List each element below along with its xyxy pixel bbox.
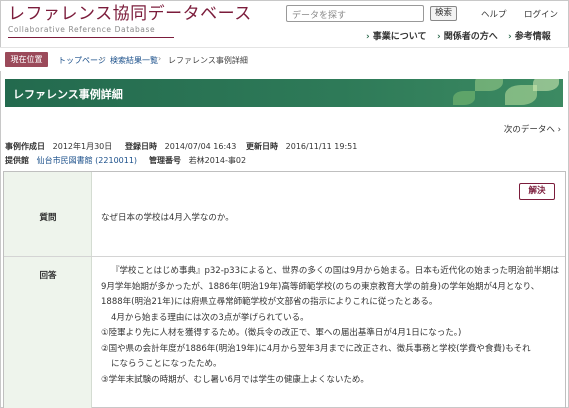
question-text: なぜ日本の学校は4月入学なのか。: [101, 213, 234, 223]
page-banner: レファレンス事例詳細: [5, 79, 563, 107]
label-column: [4, 172, 92, 408]
logo-subtitle: Collaborative Reference Database: [8, 25, 156, 34]
chevron-right-icon: ›: [366, 32, 370, 42]
question-label: 質問: [39, 213, 57, 223]
next-record-link[interactable]: 次のデータへ ›: [504, 123, 561, 135]
provider-link[interactable]: 仙台市民図書館 (2210011): [37, 156, 137, 165]
breadcrumb-results[interactable]: 検索結果一覧: [110, 55, 158, 66]
updated-value: 2016/11/11 19:51: [285, 142, 358, 151]
answer-text: 『学校ことはじめ事典』p32-p33によると、世界の多くの国は9月から始まる。日…: [101, 264, 559, 388]
created-label: 事例作成日: [5, 142, 45, 151]
chevron-right-icon: ›: [508, 32, 512, 42]
control-label: 管理番号: [149, 156, 181, 165]
current-location-badge: 現在位置: [5, 52, 48, 67]
breadcrumb-separator: ›: [100, 54, 104, 63]
breadcrumb-current: レファレンス事例詳細: [168, 56, 248, 65]
answer-line: ①陸軍より先に人材を獲得するため。(徴兵令の改正で、軍への届出基準日が4月1日に…: [101, 328, 462, 338]
provider: 提供館 仙台市民図書館 (2210011): [5, 155, 137, 166]
updated-label: 更新日時: [246, 142, 278, 151]
registered-label: 登録日時: [125, 142, 157, 151]
provider-label: 提供館: [5, 156, 29, 165]
logo-title: レファレンス協同データベース: [8, 4, 252, 24]
control-number: 管理番号 若林2014-事02: [149, 155, 246, 166]
created-value: 2012年1月30日: [52, 142, 113, 151]
breadcrumb-separator: ›: [158, 54, 162, 63]
nav-about-label: 事業について: [372, 32, 427, 42]
answer-line: 9月学年始期が多かったが、1886年(明治19年)高等師範学校(のちの東京教育大…: [101, 281, 540, 292]
site-logo[interactable]: レファレンス協同データベース Collaborative Reference D…: [8, 4, 252, 38]
answer-line: ②国や県の会計年度が1886年(明治19年)に4月から翌年3月までに改正され、徴…: [101, 343, 531, 354]
page-title: レファレンス事例詳細: [13, 88, 123, 101]
leaf-decoration: [453, 91, 475, 105]
chevron-right-icon: ›: [437, 32, 441, 42]
logo-underline: [8, 37, 174, 38]
nav-references-label: 参考情報: [514, 32, 551, 42]
leaf-decoration: [533, 79, 559, 91]
search-button[interactable]: 検索: [430, 6, 457, 21]
control-value: 若林2014-事02: [188, 156, 247, 165]
record-table: 解決 質問 なぜ日本の学校は4月入学なのか。 回答 『学校ことはじめ事典』p32…: [3, 171, 566, 408]
nav-members-label: 関係者の方へ: [443, 32, 498, 42]
row-divider: [4, 256, 565, 257]
answer-line: ③学年末試験の時期が、むし暑い6月では学生の健康上よくないため。: [101, 374, 369, 385]
help-link[interactable]: ヘルプ: [481, 8, 507, 20]
answer-label: 回答: [39, 271, 57, 281]
updated-date: 更新日時 2016/11/11 19:51: [246, 141, 357, 152]
answer-line: 『学校ことはじめ事典』p32-p33によると、世界の多くの国は9月から始まる。日…: [111, 266, 559, 276]
answer-line: にならうことになったため。: [111, 359, 222, 369]
status-badge: 解決: [519, 183, 555, 200]
created-date: 事例作成日 2012年1月30日: [5, 141, 112, 152]
answer-line: 4月から始まる理由には次の3点が挙げられている。: [111, 312, 309, 323]
login-link[interactable]: ログイン: [524, 8, 558, 20]
leaf-decoration: [475, 79, 503, 91]
answer-line: 1888年(明治21年)には府県立尋常師範学校が文部省の指示によりこれに従ったと…: [101, 297, 438, 307]
registered-date: 登録日時 2014/07/04 16:43: [125, 141, 236, 152]
nav-about[interactable]: › 事業について: [366, 29, 426, 42]
nav-members[interactable]: › 関係者の方へ: [437, 29, 498, 42]
nav-references[interactable]: › 参考情報: [508, 29, 551, 42]
breadcrumb-top[interactable]: トップページ: [58, 55, 106, 66]
registered-value: 2014/07/04 16:43: [164, 142, 237, 151]
search-input[interactable]: データを探す: [286, 5, 424, 22]
